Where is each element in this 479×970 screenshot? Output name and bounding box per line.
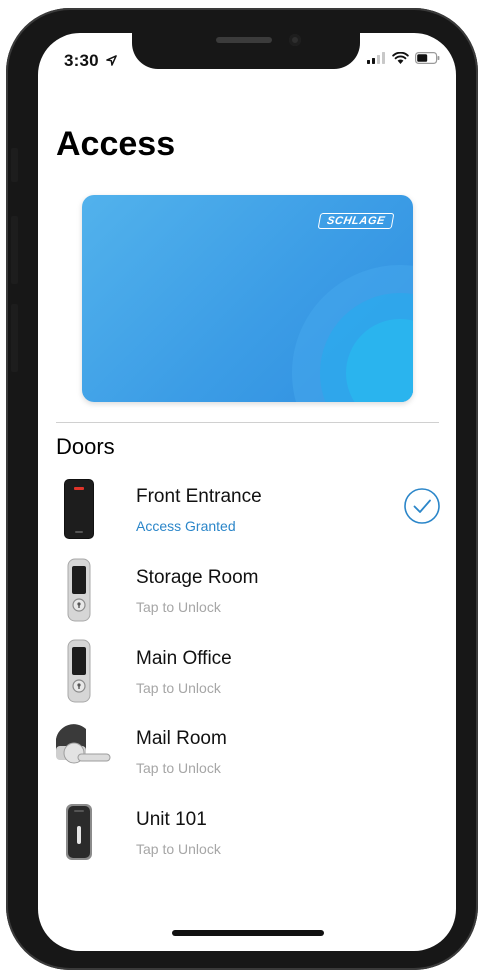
home-indicator[interactable]: [172, 930, 324, 936]
access-card[interactable]: SCHLAGE: [82, 195, 413, 402]
door-row-front-entrance[interactable]: Front Entrance Access Granted: [38, 477, 456, 557]
card-reader-icon: [64, 479, 94, 539]
keypad-deadbolt-icon: [67, 558, 91, 622]
lever-lock-icon: [56, 724, 111, 764]
check-circle-icon: [404, 488, 440, 524]
status-time-text: 3:30: [64, 51, 99, 70]
door-name: Unit 101: [136, 809, 207, 830]
door-row-main-office[interactable]: Main Office Tap to Unlock: [38, 639, 456, 719]
door-status: Tap to Unlock: [136, 841, 221, 857]
cellular-signal-icon: [367, 52, 385, 64]
status-time: 3:30: [64, 51, 117, 71]
smart-deadbolt-icon: [66, 804, 92, 860]
door-status: Tap to Unlock: [136, 760, 221, 776]
door-row-mail-room[interactable]: Mail Room Tap to Unlock: [38, 719, 456, 799]
wifi-icon: [392, 52, 409, 64]
mute-switch: [11, 148, 18, 182]
door-name: Storage Room: [136, 567, 259, 588]
door-row-storage-room[interactable]: Storage Room Tap to Unlock: [38, 558, 456, 638]
volume-down-button: [11, 304, 18, 372]
screen: 3:30 Access SCHLAGE Doors Front Entrance…: [38, 33, 456, 951]
notch: [132, 33, 360, 69]
front-camera: [289, 34, 301, 46]
door-name: Front Entrance: [136, 486, 262, 507]
doors-section-title: Doors: [56, 434, 115, 459]
section-divider: [56, 422, 439, 423]
location-arrow-icon: [105, 55, 117, 66]
door-row-unit-101[interactable]: Unit 101 Tap to Unlock: [38, 800, 456, 880]
door-name: Main Office: [136, 648, 232, 669]
volume-up-button: [11, 216, 18, 284]
keypad-deadbolt-icon: [67, 639, 91, 703]
page-title: Access: [56, 125, 176, 163]
speaker-grille: [216, 37, 272, 43]
status-icons: [367, 52, 440, 64]
door-name: Mail Room: [136, 728, 227, 749]
door-status: Tap to Unlock: [136, 680, 221, 696]
schlage-logo: SCHLAGE: [317, 213, 395, 229]
door-status: Access Granted: [136, 518, 236, 534]
door-status: Tap to Unlock: [136, 599, 221, 615]
battery-icon: [415, 52, 440, 64]
